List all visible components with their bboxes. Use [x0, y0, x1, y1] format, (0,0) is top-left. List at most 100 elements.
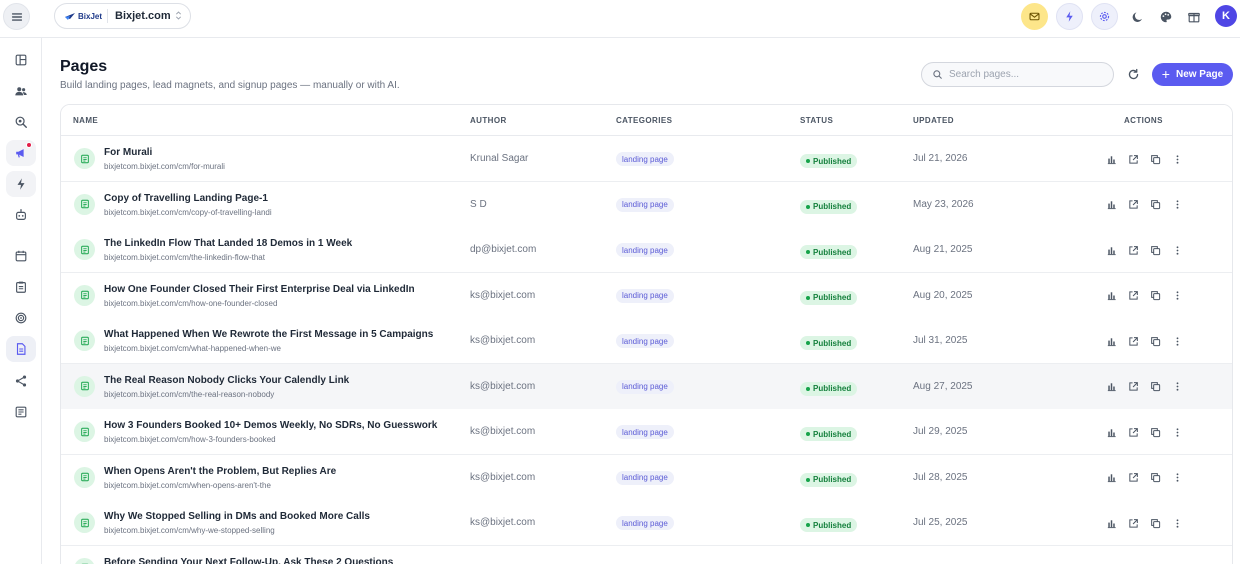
sidebar-item-tasks[interactable]: [6, 274, 36, 300]
open-link-button[interactable]: [1127, 290, 1139, 302]
more-vertical-icon: [1172, 245, 1183, 256]
table-row[interactable]: For Murali bixjetcom.bixjet.com/cm/for-mu…: [61, 136, 1232, 182]
table-row[interactable]: What Happened When We Rewrote the First …: [61, 318, 1232, 364]
more-options-button[interactable]: [1171, 517, 1183, 529]
analytics-button[interactable]: [1105, 335, 1117, 347]
more-options-button[interactable]: [1171, 244, 1183, 256]
open-link-button[interactable]: [1127, 153, 1139, 165]
sidebar-item-prospecting[interactable]: [6, 109, 36, 135]
status-badge: Published: [800, 336, 858, 350]
analytics-button[interactable]: [1105, 290, 1117, 302]
open-link-button[interactable]: [1127, 517, 1139, 529]
sidebar-item-goals[interactable]: [6, 305, 36, 331]
page-file-icon: [74, 375, 95, 397]
analytics-button[interactable]: [1105, 517, 1117, 529]
page-title-link[interactable]: The Real Reason Nobody Clicks Your Calen…: [104, 375, 349, 386]
more-options-button[interactable]: [1171, 335, 1183, 347]
open-link-button[interactable]: [1127, 335, 1139, 347]
sidebar-item-contacts[interactable]: [6, 78, 36, 104]
table-row[interactable]: Copy of Travelling Landing Page-1 bixjetc…: [61, 181, 1232, 228]
more-options-button[interactable]: [1171, 290, 1183, 302]
page-title-link[interactable]: The LinkedIn Flow That Landed 18 Demos i…: [104, 238, 352, 249]
table-row[interactable]: The Real Reason Nobody Clicks Your Calen…: [61, 363, 1232, 410]
page-file-icon: [74, 330, 95, 351]
column-header-author[interactable]: AUTHOR: [470, 116, 507, 125]
sidebar-item-share[interactable]: [6, 368, 36, 394]
page-title-link[interactable]: How One Founder Closed Their First Enter…: [104, 284, 415, 295]
open-link-button[interactable]: [1127, 381, 1139, 393]
analytics-button[interactable]: [1105, 153, 1117, 165]
analytics-button[interactable]: [1105, 381, 1117, 393]
duplicate-button[interactable]: [1149, 290, 1161, 302]
open-link-button[interactable]: [1127, 472, 1139, 484]
open-link-button[interactable]: [1127, 244, 1139, 256]
mail-button[interactable]: [1021, 3, 1048, 30]
column-header-updated[interactable]: UPDATED: [913, 116, 954, 125]
bar-chart-icon: [1106, 336, 1117, 347]
more-options-button[interactable]: [1171, 199, 1183, 211]
bar-chart-icon: [1106, 290, 1117, 301]
column-header-categories[interactable]: CATEGORIES: [616, 116, 672, 125]
table-row[interactable]: How One Founder Closed Their First Enter…: [61, 272, 1232, 319]
open-link-button[interactable]: [1127, 426, 1139, 438]
more-options-button[interactable]: [1171, 426, 1183, 438]
table-row[interactable]: How 3 Founders Booked 10+ Demos Weekly, …: [61, 409, 1232, 455]
quick-actions-button[interactable]: [1056, 3, 1083, 30]
search-input[interactable]: [949, 69, 1109, 80]
table-row[interactable]: Before Sending Your Next Follow-Up, Ask …: [61, 545, 1232, 564]
sidebar-item-forms[interactable]: [6, 399, 36, 425]
more-options-button[interactable]: [1171, 153, 1183, 165]
page-title-link[interactable]: Copy of Travelling Landing Page-1: [104, 193, 268, 204]
page-title-link[interactable]: What Happened When We Rewrote the First …: [104, 329, 433, 340]
workspace-switcher[interactable]: BixJet Bixjet.com: [54, 3, 191, 29]
gift-button[interactable]: [1184, 7, 1204, 27]
copy-icon: [1150, 472, 1161, 483]
status-dot: [806, 250, 810, 254]
sidebar-item-pages[interactable]: [6, 336, 36, 362]
analytics-button[interactable]: [1105, 199, 1117, 211]
sidebar-item-calendar[interactable]: [6, 243, 36, 269]
duplicate-button[interactable]: [1149, 335, 1161, 347]
column-header-status[interactable]: STATUS: [800, 116, 833, 125]
analytics-button[interactable]: [1105, 426, 1117, 438]
page-url: bixjetcom.bixjet.com/cm/for-murali: [104, 162, 225, 171]
duplicate-button[interactable]: [1149, 381, 1161, 393]
theme-toggle-button[interactable]: [1128, 7, 1148, 27]
more-options-button[interactable]: [1171, 472, 1183, 484]
table-row[interactable]: Why We Stopped Selling in DMs and Booked…: [61, 500, 1232, 546]
table-row[interactable]: The LinkedIn Flow That Landed 18 Demos i…: [61, 227, 1232, 273]
sidebar-item-ai-agents[interactable]: [6, 202, 36, 228]
page-title-link[interactable]: For Murali: [104, 147, 152, 158]
analytics-button[interactable]: [1105, 244, 1117, 256]
table-row[interactable]: When Opens Aren't the Problem, But Repli…: [61, 454, 1232, 501]
page-title-link[interactable]: Before Sending Your Next Follow-Up, Ask …: [104, 557, 393, 564]
user-avatar[interactable]: K: [1215, 5, 1237, 27]
menu-button[interactable]: [3, 3, 30, 30]
page-title-link[interactable]: Why We Stopped Selling in DMs and Booked…: [104, 511, 370, 522]
column-header-name[interactable]: NAME: [73, 116, 98, 125]
duplicate-button[interactable]: [1149, 199, 1161, 211]
page-url: bixjetcom.bixjet.com/cm/why-we-stopped-s…: [104, 526, 275, 535]
page-title-link[interactable]: When Opens Aren't the Problem, But Repli…: [104, 466, 336, 477]
more-options-button[interactable]: [1171, 381, 1183, 393]
duplicate-button[interactable]: [1149, 517, 1161, 529]
open-link-button[interactable]: [1127, 199, 1139, 211]
duplicate-button[interactable]: [1149, 426, 1161, 438]
duplicate-button[interactable]: [1149, 244, 1161, 256]
duplicate-button[interactable]: [1149, 472, 1161, 484]
analytics-button[interactable]: [1105, 472, 1117, 484]
status-label: Published: [813, 156, 852, 166]
sidebar-item-campaigns[interactable]: [6, 140, 36, 166]
new-page-button[interactable]: + New Page: [1152, 63, 1233, 86]
palette-button[interactable]: [1156, 7, 1176, 27]
integrations-button[interactable]: [1091, 3, 1118, 30]
status-badge: Published: [800, 199, 858, 214]
external-link-icon: [1128, 518, 1139, 529]
page-title-link[interactable]: How 3 Founders Booked 10+ Demos Weekly, …: [104, 420, 437, 431]
sidebar-item-automation[interactable]: [6, 171, 36, 197]
category-badge: landing page: [616, 470, 674, 485]
sidebar-item-dashboard[interactable]: [6, 47, 36, 73]
duplicate-button[interactable]: [1149, 153, 1161, 165]
refresh-button[interactable]: [1126, 67, 1141, 82]
updated-date: Jul 29, 2025: [913, 426, 968, 437]
